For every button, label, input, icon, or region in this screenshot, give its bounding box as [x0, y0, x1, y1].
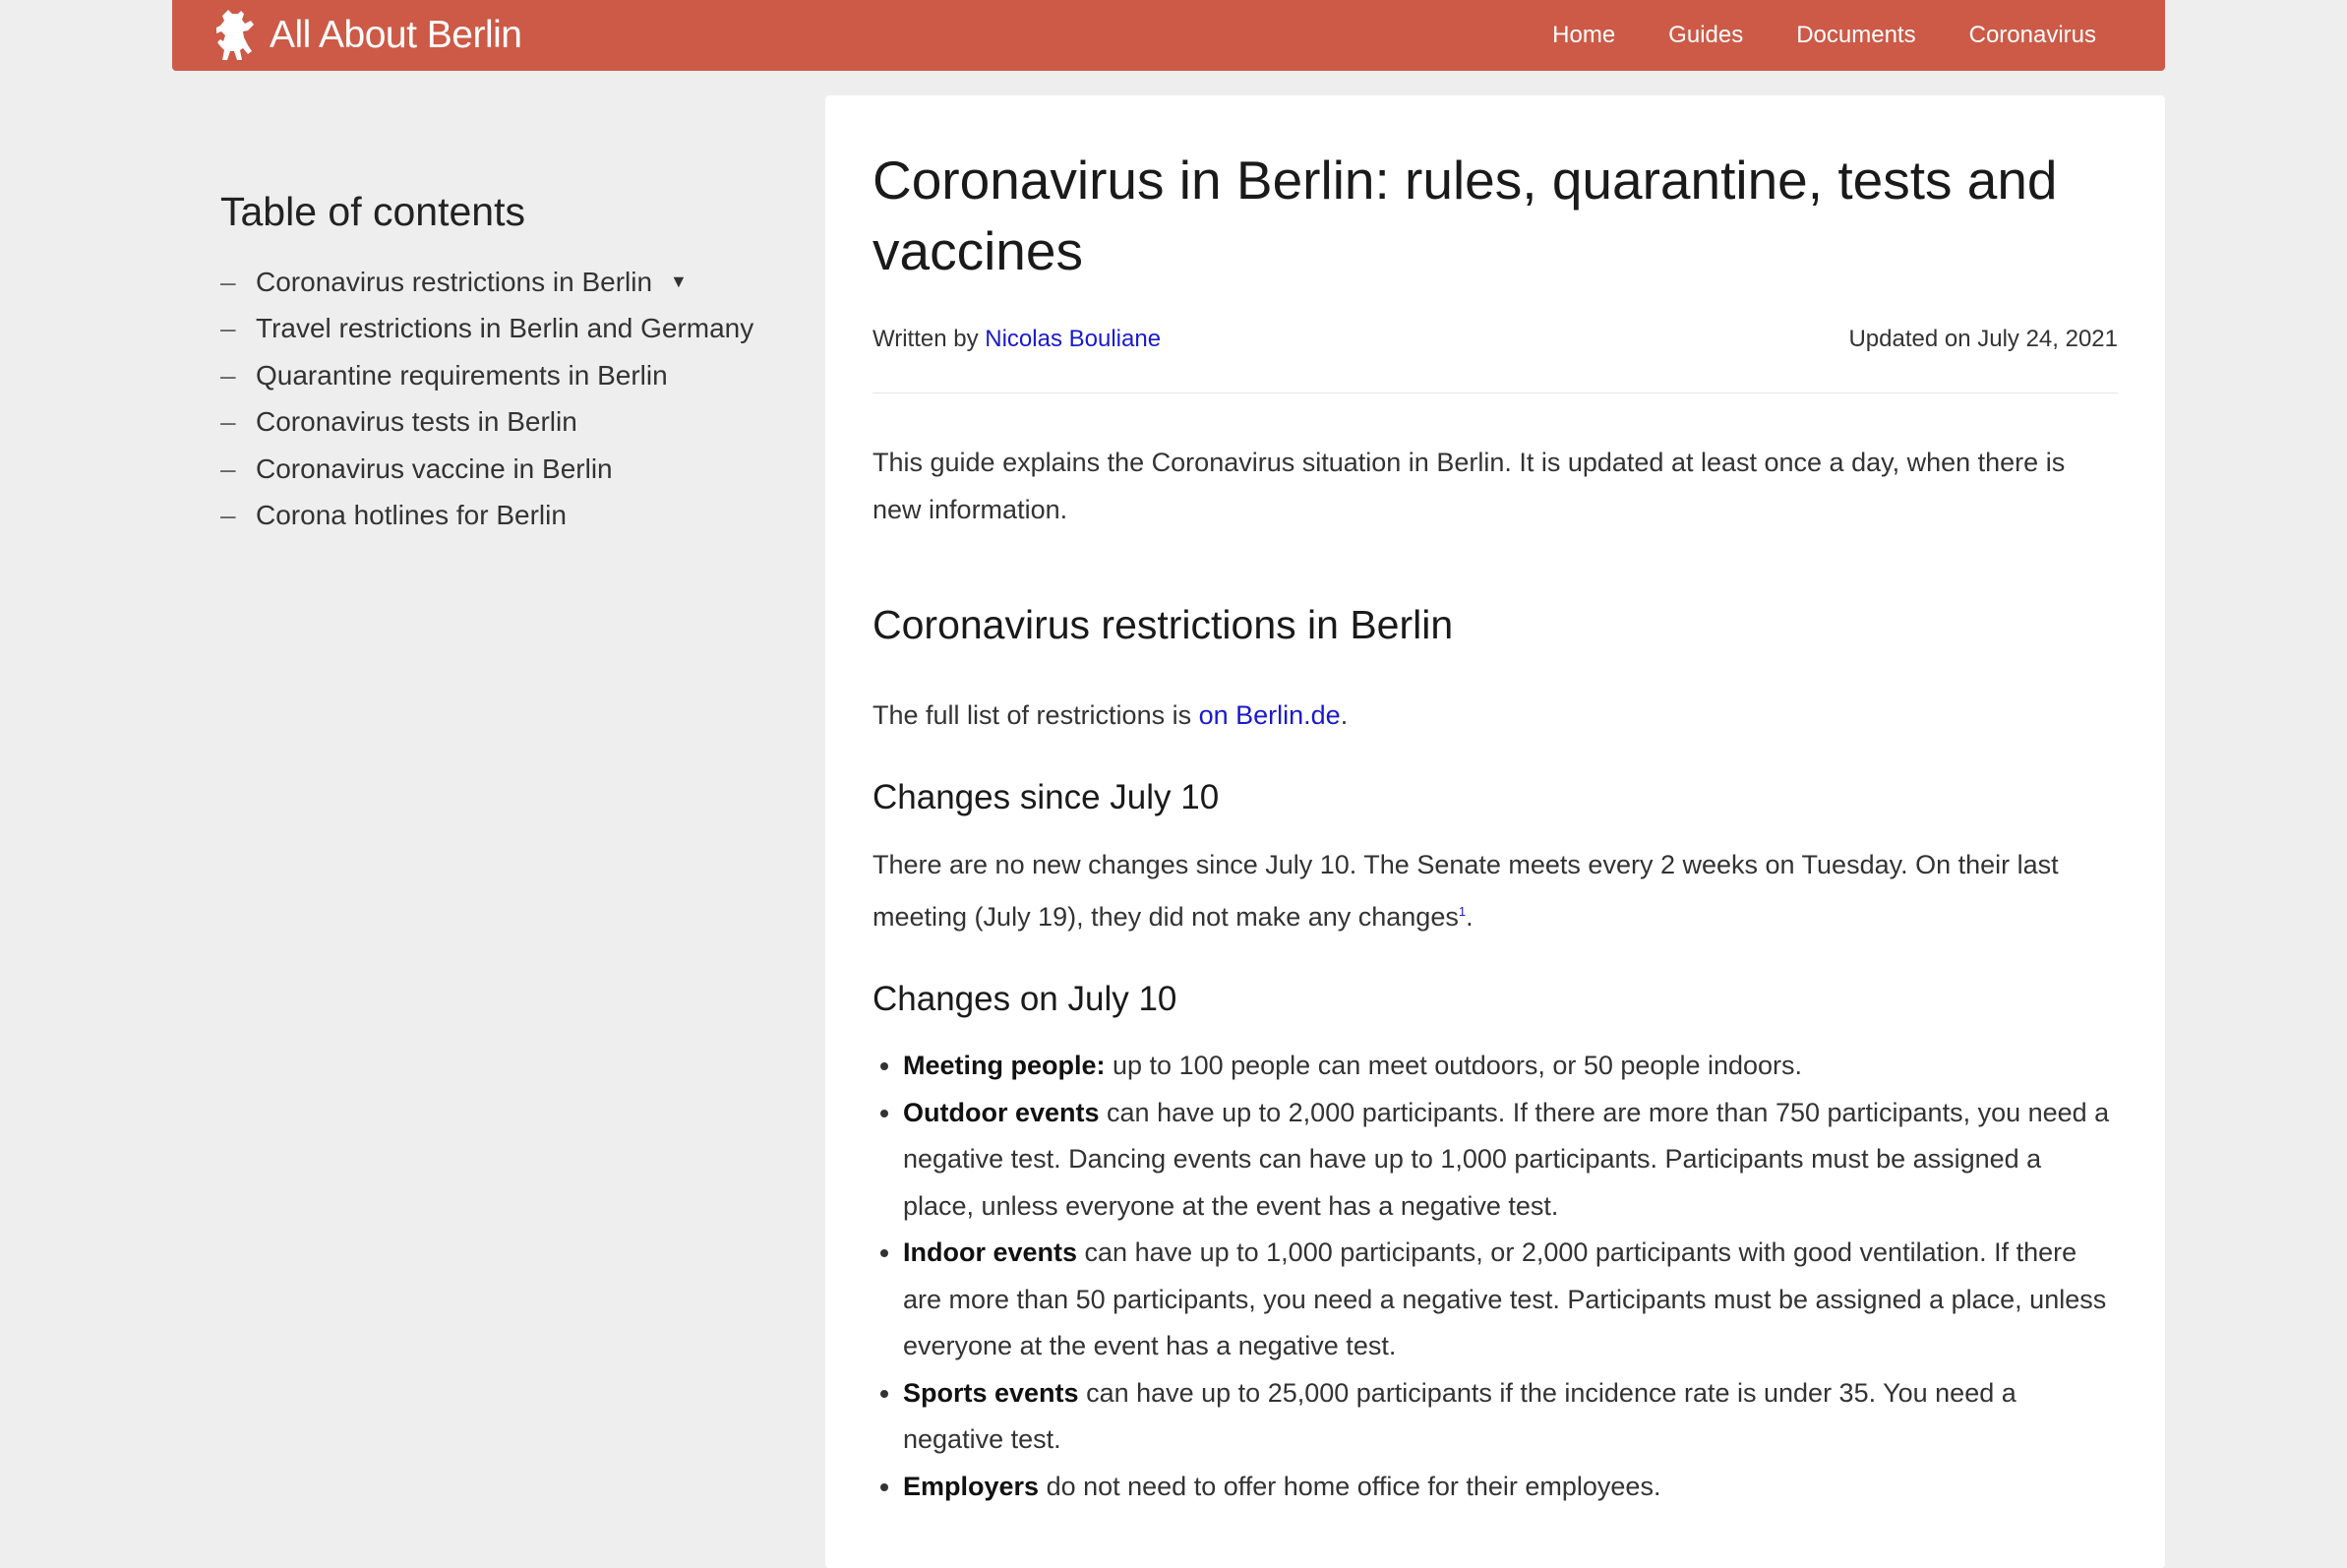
site-header: All About Berlin Home Guides Documents C… [172, 0, 2165, 71]
nav-documents[interactable]: Documents [1796, 22, 1915, 49]
toc-item-label[interactable]: Quarantine requirements in Berlin [256, 360, 668, 392]
toc-item-label[interactable]: Travel restrictions in Berlin and German… [256, 313, 753, 344]
toc-item-label[interactable]: Coronavirus vaccine in Berlin [256, 453, 613, 485]
article-content: Coronavirus in Berlin: rules, quarantine… [873, 145, 2118, 1510]
list-item-bold: Outdoor events [903, 1097, 1100, 1127]
section-heading-restrictions: Coronavirus restrictions in Berlin [873, 602, 1454, 647]
berlin-bear-icon [216, 10, 254, 60]
toc-dash: – [220, 266, 236, 297]
toc-item-label[interactable]: Coronavirus restrictions in Berlin [256, 267, 652, 298]
updated-date: Updated on July 24, 2021 [1848, 326, 2118, 352]
list-item-bold: Employers [903, 1471, 1040, 1501]
list-item: Outdoor events can have up to 2,000 part… [873, 1090, 2118, 1231]
full-list-end: . [1340, 700, 1349, 730]
list-item: Indoor events can have up to 1,000 parti… [873, 1230, 2118, 1370]
toc-dash: – [220, 500, 236, 531]
list-item-bold: Meeting people: [903, 1051, 1106, 1080]
full-list-paragraph: The full list of restrictions is on Berl… [873, 692, 2118, 739]
toc-item[interactable]: – Travel restrictions in Berlin and Germ… [220, 306, 811, 353]
changes-since-end: . [1466, 902, 1474, 932]
subheading-changes-on: Changes on July 10 [873, 980, 1177, 1018]
footnote-link[interactable]: 1 [1459, 904, 1466, 919]
article-meta: Written by Nicolas Bouliane Updated on J… [873, 326, 2118, 393]
subheading-changes-since: Changes since July 10 [873, 778, 1220, 816]
list-item-bold: Sports events [903, 1377, 1079, 1408]
toc-item-label[interactable]: Coronavirus tests in Berlin [256, 406, 577, 438]
caret-down-icon[interactable]: ▼ [670, 271, 688, 292]
main-nav: Home Guides Documents Coronavirus [1552, 0, 2096, 71]
toc-dash: – [220, 406, 236, 438]
full-list-text: The full list of restrictions is [873, 700, 1199, 730]
toc-dash: – [220, 313, 236, 344]
byline: Written by Nicolas Bouliane [873, 326, 1161, 353]
article-card: Coronavirus in Berlin: rules, quarantine… [825, 95, 2165, 1568]
list-item-text: up to 100 people can meet outdoors, or 5… [1105, 1051, 1803, 1080]
brand-link[interactable]: All About Berlin [216, 8, 522, 63]
list-item: Employers do not need to offer home offi… [873, 1464, 2118, 1511]
intro-paragraph: This guide explains the Coronavirus situ… [873, 448, 2066, 524]
brand-name: All About Berlin [270, 14, 522, 56]
berlin-de-link[interactable]: on Berlin.de [1199, 700, 1341, 730]
toc-item[interactable]: – Coronavirus tests in Berlin [220, 399, 811, 447]
nav-guides[interactable]: Guides [1668, 22, 1743, 49]
toc-item-label[interactable]: Corona hotlines for Berlin [256, 500, 567, 531]
toc-dash: – [220, 452, 236, 484]
toc-dash: – [220, 359, 236, 391]
toc-item[interactable]: – Coronavirus restrictions in Berlin ▼ [220, 259, 811, 306]
author-link[interactable]: Nicolas Bouliane [985, 326, 1161, 352]
byline-prefix: Written by [873, 326, 979, 352]
changes-list: Meeting people: up to 100 people can mee… [873, 1043, 2118, 1510]
toc-item[interactable]: – Corona hotlines for Berlin [220, 493, 811, 540]
list-item: Sports events can have up to 25,000 part… [873, 1370, 2118, 1464]
toc-item[interactable]: – Coronavirus vaccine in Berlin [220, 446, 811, 493]
list-item-text: do not need to offer home office for the… [1039, 1471, 1661, 1501]
list-item-text: can have up to 1,000 participants, or 2,… [903, 1237, 2107, 1360]
table-of-contents: Table of contents – Coronavirus restrict… [220, 189, 811, 539]
list-item-bold: Indoor events [903, 1237, 1078, 1267]
toc-list: – Coronavirus restrictions in Berlin ▼ –… [220, 259, 811, 539]
toc-title: Table of contents [220, 189, 525, 234]
page-title: Coronavirus in Berlin: rules, quarantine… [873, 150, 2058, 281]
changes-since-paragraph: There are no new changes since July 10. … [873, 841, 2118, 940]
nav-home[interactable]: Home [1552, 22, 1615, 49]
nav-coronavirus[interactable]: Coronavirus [1969, 22, 2096, 49]
toc-item[interactable]: – Quarantine requirements in Berlin [220, 352, 811, 399]
list-item: Meeting people: up to 100 people can mee… [873, 1043, 2118, 1090]
